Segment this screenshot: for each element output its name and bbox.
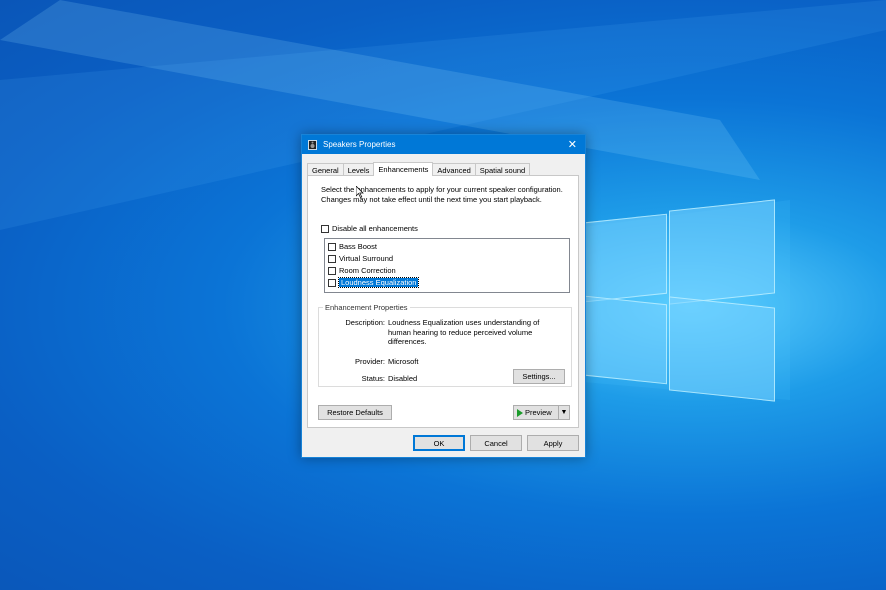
virtual-surround-label: Virtual Surround <box>339 254 394 263</box>
close-icon[interactable]: ✕ <box>568 138 577 151</box>
windows-logo-pane-top-left <box>585 213 667 303</box>
bass-boost-checkbox[interactable] <box>328 242 336 251</box>
enhancements-tab-page: Select the enhancements to apply for you… <box>307 175 579 428</box>
status-label: Status: <box>361 374 385 383</box>
title-bar[interactable]: Speakers Properties ✕ <box>302 135 585 154</box>
list-item[interactable]: Room Correction <box>328 266 396 275</box>
virtual-surround-checkbox[interactable] <box>328 254 336 263</box>
disable-all-checkbox[interactable] <box>321 224 329 233</box>
windows-logo-pane-top-right <box>669 199 775 305</box>
description-value: Loudness Equalization uses understanding… <box>388 318 540 346</box>
ok-button[interactable]: OK <box>413 435 465 451</box>
loudness-equalization-label: Loudness Equalization <box>337 277 420 288</box>
settings-button[interactable]: Settings... <box>513 369 565 384</box>
cancel-button[interactable]: Cancel <box>470 435 522 451</box>
mouse-cursor-icon <box>356 186 364 198</box>
bass-boost-label: Bass Boost <box>339 242 377 251</box>
list-item[interactable]: Loudness Equalization <box>328 277 420 288</box>
speakers-properties-dialog: Speakers Properties ✕ General Levels Enh… <box>301 134 586 458</box>
tab-strip: General Levels Enhancements Advanced Spa… <box>307 162 531 176</box>
dialog-title: Speakers Properties <box>323 140 396 149</box>
group-title: Enhancement Properties <box>323 303 410 312</box>
speaker-icon <box>308 139 317 150</box>
preview-button[interactable]: Preview ▼ <box>513 405 570 420</box>
preview-label: Preview <box>525 408 552 417</box>
apply-button[interactable]: Apply <box>527 435 579 451</box>
status-value: Disabled <box>388 374 418 383</box>
tab-enhancements[interactable]: Enhancements <box>373 162 434 176</box>
loudness-equalization-checkbox[interactable] <box>328 278 336 287</box>
provider-value: Microsoft <box>388 357 419 366</box>
description-label: Description: <box>345 318 385 327</box>
list-item[interactable]: Bass Boost <box>328 242 377 251</box>
provider-label: Provider: <box>354 357 385 366</box>
enhancements-list[interactable]: Bass Boost Virtual Surround Room Correct… <box>324 238 570 293</box>
restore-defaults-button[interactable]: Restore Defaults <box>318 405 392 420</box>
windows-logo-pane-bottom-left <box>585 295 667 385</box>
room-correction-checkbox[interactable] <box>328 266 336 275</box>
chevron-down-icon[interactable]: ▼ <box>558 406 569 419</box>
disable-all-label: Disable all enhancements <box>332 224 418 233</box>
enhancement-properties-group: Enhancement Properties Description: Loud… <box>318 303 572 387</box>
disable-all-row[interactable]: Disable all enhancements <box>321 224 418 233</box>
windows-logo-pane-bottom-right <box>669 296 775 402</box>
room-correction-label: Room Correction <box>339 266 396 275</box>
list-item[interactable]: Virtual Surround <box>328 254 393 263</box>
play-icon <box>517 408 523 417</box>
